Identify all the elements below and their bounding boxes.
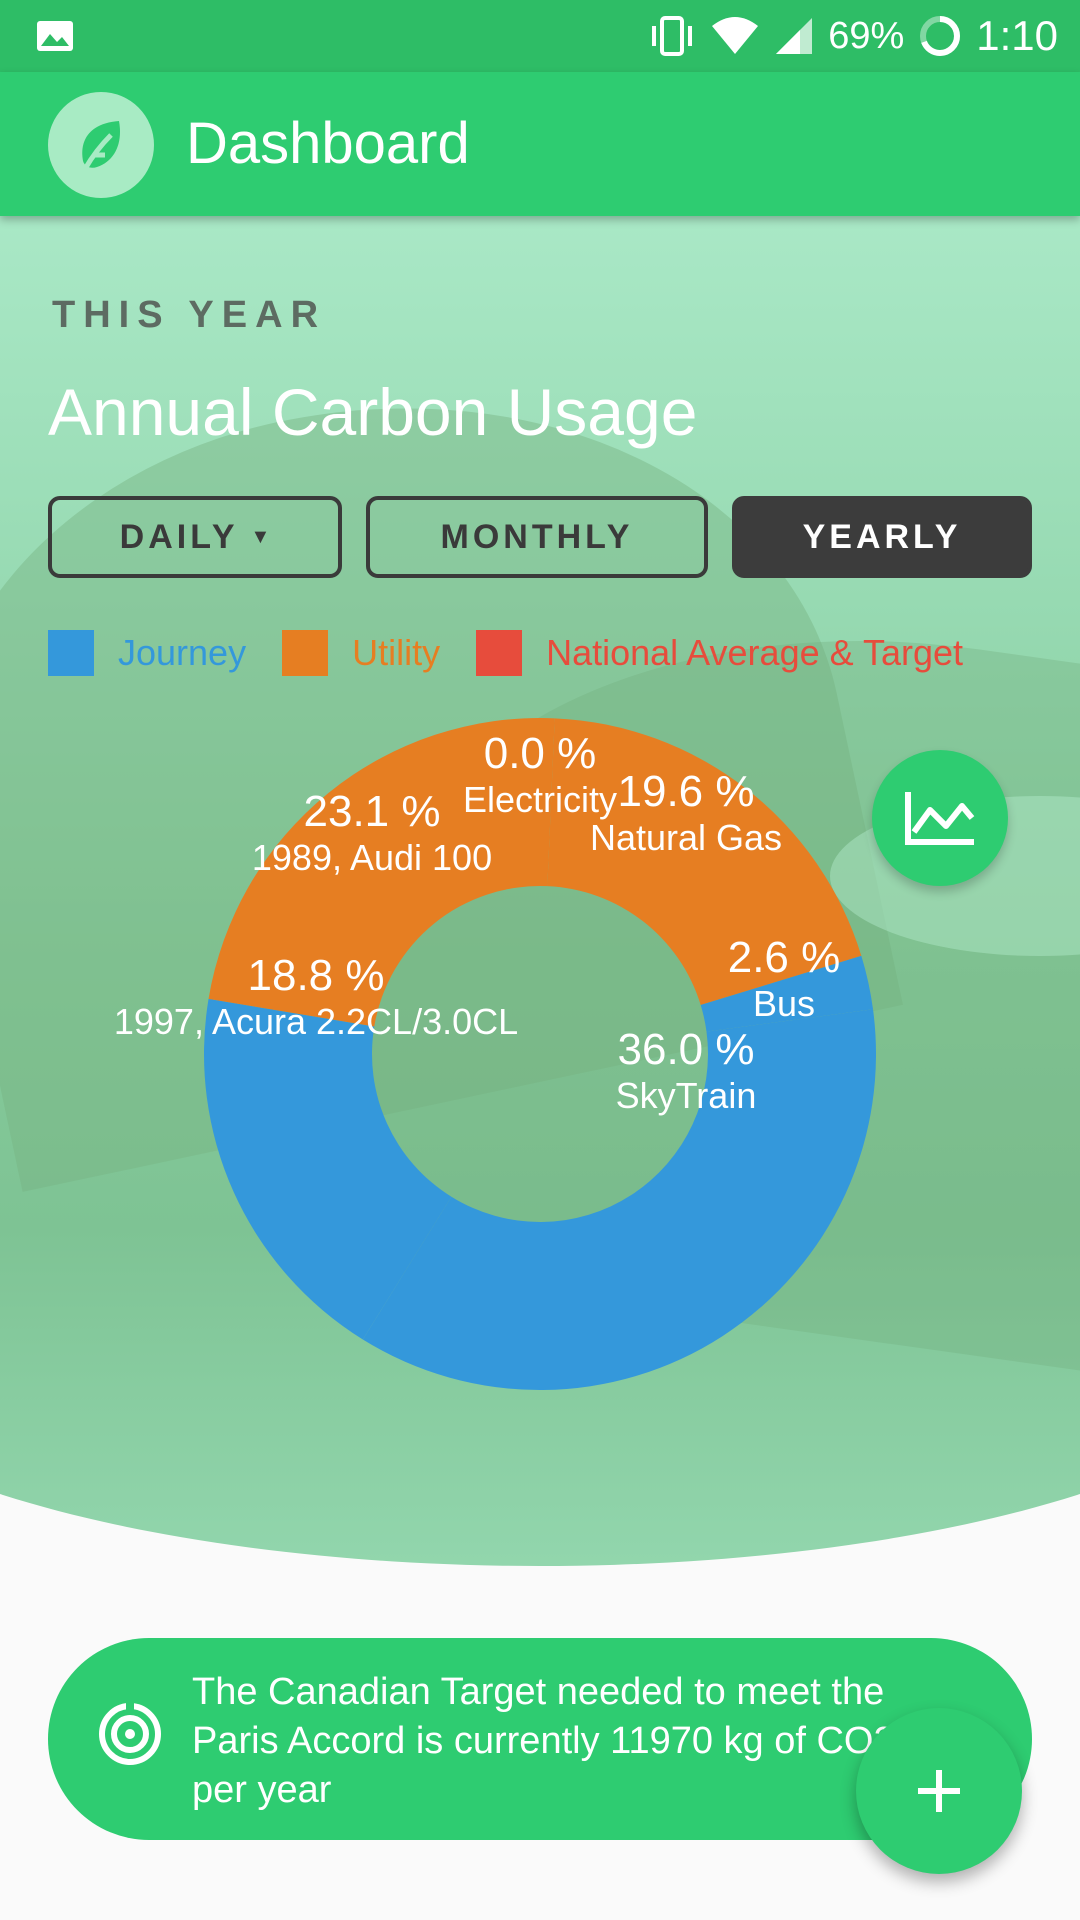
app-logo[interactable] [48, 92, 154, 198]
chart-toggle-button[interactable] [872, 750, 1008, 886]
slice-percent-label: 19.6 % [618, 767, 755, 816]
legend-label-journey: Journey [118, 632, 247, 673]
caret-down-icon: ▼ [250, 525, 271, 548]
slice-percent-label: 2.6 % [728, 933, 841, 982]
battery-percent: 69% [828, 14, 905, 57]
slice-percent-label: 36.0 % [618, 1025, 755, 1074]
period-label: THIS YEAR [52, 294, 327, 336]
page-title: Annual Carbon Usage [48, 375, 698, 449]
clock: 1:10 [976, 12, 1058, 59]
battery-icon [920, 16, 961, 56]
toolbar-title: Dashboard [186, 111, 470, 176]
slice-name-label: Electricity [463, 779, 617, 820]
slice-percent-label: 18.8 % [248, 951, 385, 1000]
target-text: The Canadian Target needed to meet the P… [192, 1671, 895, 1811]
slice-name-label: SkyTrain [616, 1075, 757, 1116]
add-entry-button[interactable] [856, 1708, 1022, 1874]
leaf-icon [82, 121, 121, 171]
slice-percent-label: 0.0 % [484, 729, 597, 778]
vibrate-icon [652, 16, 693, 56]
signal-icon [776, 18, 813, 54]
legend-swatch-journey [48, 630, 94, 676]
line-chart-icon [905, 792, 975, 845]
slice-name-label: 1989, Audi 100 [252, 837, 492, 878]
target-icon [99, 1700, 161, 1765]
monthly-button-label: MONTHLY [440, 517, 634, 556]
yearly-button-label: YEARLY [802, 517, 962, 556]
wifi-icon [712, 17, 759, 54]
slice-percent-label: 23.1 % [304, 787, 441, 836]
app-toolbar: Dashboard [0, 72, 1080, 216]
legend-label-utility: Utility [352, 632, 441, 673]
chart-legend: Journey Utility National Average & Targe… [48, 628, 999, 678]
daily-button[interactable]: DAILY ▼ [48, 496, 342, 578]
slice-name-label: Bus [753, 983, 815, 1024]
yearly-button[interactable]: YEARLY [732, 496, 1032, 578]
slice-name-label: Natural Gas [590, 817, 782, 858]
legend-swatch-national [476, 630, 523, 676]
status-bar: 69% 1:10 [0, 0, 1080, 72]
image-icon [37, 21, 73, 51]
slice-name-label: 1997, Acura 2.2CL/3.0CL [114, 1001, 518, 1042]
dashboard-screen: 69% 1:10 Dashboard THIS YEAR Annual Carb… [0, 0, 1080, 1920]
plus-icon [918, 1770, 960, 1812]
daily-button-label: DAILY [119, 517, 239, 556]
legend-swatch-utility [282, 630, 329, 676]
legend-label-national: National Average & Target [546, 632, 964, 673]
monthly-button[interactable]: MONTHLY [366, 496, 708, 578]
